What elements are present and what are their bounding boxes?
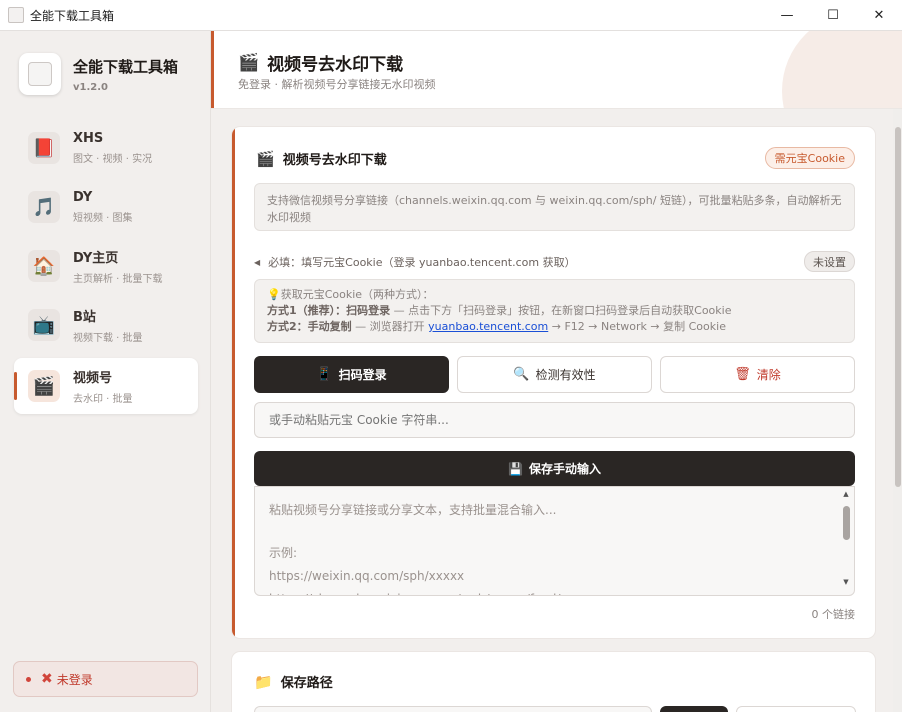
sidebar-item-sub: 主页解析 · 批量下载 [73, 274, 163, 285]
main-content: 🎬 视频号去水印下载 免登录 · 解析视频号分享链接无水印视频 🎬 视频号去水印… [211, 31, 902, 712]
tv-icon: 📺 [28, 309, 60, 341]
yuanbao-link[interactable]: yuanbao.tencent.com [428, 320, 548, 333]
cookie-section-header[interactable]: ◀ 必填：填写元宝Cookie（登录 yuanbao.tencent.com 获… [254, 251, 855, 272]
cookie-action-buttons: 📱 扫码登录 🔍 检测有效性 🗑 清除 [254, 356, 855, 393]
close-button[interactable]: ✕ [856, 0, 902, 31]
links-placeholder-line: https://weixin.qq.com/sph/xxxxx [269, 569, 465, 583]
cross-icon: ✖ [41, 671, 53, 687]
page-header: 🎬 视频号去水印下载 免登录 · 解析视频号分享链接无水印视频 [211, 31, 902, 109]
cookie-input[interactable] [254, 402, 855, 438]
browse-button[interactable] [660, 706, 728, 712]
card-title: 🎬 视频号去水印下载 [256, 149, 387, 169]
clapperboard-icon: 🎬 [256, 149, 275, 168]
login-status-text: 未登录 [56, 672, 93, 687]
method2-text-b: → F12 → Network → 复制 Cookie [548, 320, 726, 333]
maximize-button[interactable]: ☐ [810, 0, 856, 31]
save-path-input[interactable] [254, 706, 652, 712]
sidebar: 全能下载工具箱 v1.2.0 📕 XHS 图文 · 视频 · 实况 🎵 DY 短… [0, 31, 211, 712]
method1-title: 方式1（推荐）：扫码登录 [267, 304, 391, 317]
sidebar-item-label: B站 [73, 310, 96, 325]
save-path-title: 📁 保存路径 [254, 672, 333, 692]
check-validity-label: 检测有效性 [535, 368, 596, 382]
check-validity-button[interactable]: 🔍 检测有效性 [457, 356, 652, 393]
channels-download-card: 🎬 视频号去水印下载 需元宝Cookie 支持微信视频号分享链接（channel… [231, 126, 876, 639]
scroll-down-icon[interactable]: ▼ [839, 576, 853, 588]
card-title-text: 视频号去水印下载 [282, 153, 387, 168]
method2-text-a: — 浏览器打开 [351, 320, 429, 333]
description-box: 支持微信视频号分享链接（channels.weixin.qq.com 与 wei… [254, 183, 855, 231]
links-textarea[interactable]: 粘贴视频号分享链接或分享文本，支持批量混合输入... 示例: https://w… [254, 486, 855, 596]
cookie-label: 必填：填写元宝Cookie（登录 yuanbao.tencent.com 获取） [268, 256, 576, 269]
clear-label: 清除 [756, 368, 781, 382]
trash-icon: 🗑 [734, 367, 751, 382]
collapse-arrow-icon[interactable]: ◀ [254, 258, 260, 267]
page-subtitle: 免登录 · 解析视频号分享链接无水印视频 [238, 78, 436, 91]
open-folder-button[interactable] [736, 706, 856, 712]
header-decoration [782, 31, 902, 108]
lightbulb-icon: 💡 [267, 288, 281, 301]
save-path-title-text: 保存路径 [280, 676, 333, 691]
clapperboard-icon: 🎬 [28, 370, 60, 402]
brand-name: 全能下载工具箱 [73, 57, 179, 76]
brand-version: v1.2.0 [73, 81, 108, 93]
textarea-scroll-thumb[interactable] [842, 506, 850, 540]
main-scroll-thumb[interactable] [895, 127, 901, 487]
sidebar-item-sub: 视频下载 · 批量 [73, 333, 143, 344]
red-book-icon: 📕 [28, 132, 60, 164]
window-controls: — ☐ ✕ [764, 0, 902, 31]
page-title-text: 视频号去水印下载 [267, 55, 404, 75]
brand-logo [19, 53, 61, 95]
cookie-required-badge: 需元宝Cookie [764, 147, 855, 169]
sidebar-item-label: DY [73, 190, 93, 205]
app-icon [8, 7, 24, 23]
cookie-help-box: 💡获取元宝Cookie（两种方式）： 方式1（推荐）：扫码登录 — 点击下方「扫… [254, 279, 855, 343]
links-placeholder-line: https://channels.weixin.qq.com/web/pages… [269, 588, 826, 595]
sidebar-item-label: 视频号 [73, 371, 113, 386]
brand-logo-icon [28, 62, 52, 86]
sidebar-item-dy[interactable]: 🎵 DY 短视频 · 图集 [14, 179, 198, 235]
sidebar-item-channels[interactable]: 🎬 视频号 去水印 · 批量 [14, 358, 198, 414]
house-icon: 🏠 [28, 250, 60, 282]
brand: 全能下载工具箱 v1.2.0 [19, 53, 178, 95]
magnifier-icon: 🔍 [513, 367, 530, 382]
minimize-button[interactable]: — [764, 0, 810, 31]
save-path-card: 📁 保存路径 [231, 651, 876, 712]
sidebar-item-label: DY主页 [73, 251, 119, 266]
scan-login-label: 扫码登录 [338, 368, 387, 382]
help-heading: 获取元宝Cookie（两种方式）： [280, 288, 434, 301]
mobile-phone-icon: 📱 [316, 367, 333, 382]
page-title: 🎬 视频号去水印下载 [238, 50, 404, 76]
status-dot-icon [26, 676, 31, 682]
floppy-disk-icon: 💾 [508, 461, 523, 476]
clapperboard-icon: 🎬 [238, 52, 260, 73]
sidebar-item-sub: 去水印 · 批量 [73, 394, 133, 405]
links-placeholder-line: 粘贴视频号分享链接或分享文本，支持批量混合输入... [269, 503, 557, 517]
link-count: 0 个链接 [811, 608, 856, 621]
method1-text: — 点击下方「扫码登录」按钮，在新窗口扫码登录后自动获取Cookie [390, 304, 732, 317]
clear-button[interactable]: 🗑 清除 [660, 356, 855, 393]
cookie-status-badge: 未设置 [804, 251, 855, 272]
login-status-badge[interactable]: ✖ 未登录 [13, 661, 198, 697]
save-manual-input-label: 保存手动输入 [528, 462, 601, 476]
method2-title: 方式2：手动复制 [267, 320, 352, 333]
sidebar-item-label: XHS [73, 131, 104, 146]
scan-login-button[interactable]: 📱 扫码登录 [254, 356, 449, 393]
scroll-up-icon[interactable]: ▲ [839, 488, 853, 500]
save-manual-input-button[interactable]: 💾 保存手动输入 [254, 451, 855, 486]
sidebar-item-sub: 图文 · 视频 · 实况 [73, 154, 153, 165]
folder-icon: 📁 [254, 672, 273, 691]
sidebar-item-dy-home[interactable]: 🏠 DY主页 主页解析 · 批量下载 [14, 238, 198, 294]
textarea-scrollbar[interactable]: ▲ ▼ [839, 488, 853, 595]
sidebar-item-sub: 短视频 · 图集 [73, 213, 133, 224]
links-placeholder-line: 示例: [269, 546, 298, 560]
music-note-icon: 🎵 [28, 191, 60, 223]
window-titlebar: 全能下载工具箱 — ☐ ✕ [0, 0, 902, 31]
sidebar-item-xhs[interactable]: 📕 XHS 图文 · 视频 · 实况 [14, 120, 198, 176]
window-title: 全能下载工具箱 [30, 8, 115, 23]
sidebar-item-bilibili[interactable]: 📺 B站 视频下载 · 批量 [14, 297, 198, 353]
